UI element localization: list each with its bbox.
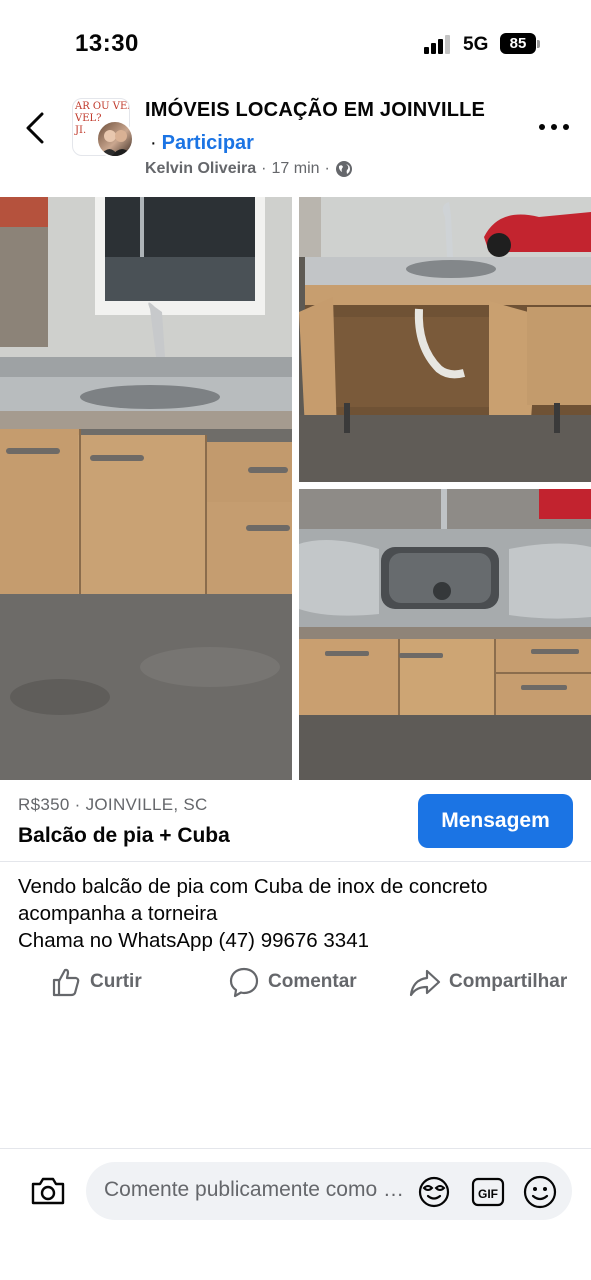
listing-photo-1[interactable] (0, 197, 292, 780)
post-header: AR OU VENDE VEL? JI. IMÓVEIS LOCAÇÃO EM … (0, 90, 591, 190)
comment-input[interactable]: Comente publicamente como Kelvin Oliveir… (86, 1162, 572, 1220)
listing-photo-2[interactable] (299, 197, 591, 482)
share-arrow-icon (409, 969, 441, 997)
more-options-button[interactable] (539, 124, 571, 134)
camera-button[interactable] (30, 1175, 66, 1207)
share-label: Compartilhar (449, 971, 568, 992)
comment-bubble-icon (229, 967, 259, 998)
camera-icon (31, 1177, 65, 1205)
chevron-left-icon (26, 112, 44, 144)
gif-icon[interactable]: GIF (470, 1174, 506, 1210)
battery-level: 85 (500, 33, 536, 54)
listing-title[interactable]: Balcão de pia + Cuba (18, 824, 230, 848)
post-meta: Kelvin Oliveira · 17 min · (145, 160, 353, 178)
author-name[interactable]: Kelvin Oliveira (145, 160, 256, 178)
listing-price-location: R$350 · JOINVILLE, SC (18, 795, 208, 814)
comment-button[interactable]: Comentar (228, 962, 357, 1002)
thumbs-up-icon (52, 968, 80, 997)
avatar-sticker-icon[interactable] (416, 1174, 452, 1210)
share-button[interactable]: Compartilhar (409, 962, 567, 1002)
join-group-link[interactable]: Participar (162, 132, 254, 154)
post-actions: Curtir Comentar Compartilhar (0, 962, 591, 1004)
back-button[interactable] (20, 110, 50, 146)
comment-placeholder: Comente publicamente como Kelvin Oliveir… (104, 1178, 414, 1201)
listing-info: R$350 · JOINVILLE, SC Balcão de pia + Cu… (0, 780, 591, 862)
comment-composer: Comente publicamente como Kelvin Oliveir… (0, 1148, 591, 1280)
status-bar: 13:30 5G 85 (0, 0, 591, 90)
like-button[interactable]: Curtir (50, 962, 142, 1002)
listing-photo-3[interactable] (299, 489, 591, 780)
status-time: 13:30 (75, 30, 139, 57)
photo-grid (0, 197, 591, 780)
join-row: · Participar (150, 132, 254, 154)
battery-icon: 85 (500, 33, 542, 55)
group-name[interactable]: IMÓVEIS LOCAÇÃO EM JOINVILLE (145, 99, 485, 122)
message-button[interactable]: Mensagem (418, 794, 573, 848)
emoji-icon[interactable] (522, 1174, 558, 1210)
svg-text:GIF: GIF (478, 1187, 498, 1201)
post-description: Vendo balcão de pia com Cuba de inox de … (18, 873, 578, 954)
comment-label: Comentar (268, 971, 357, 992)
network-type: 5G (463, 34, 489, 55)
author-avatar[interactable] (96, 120, 134, 158)
description-line: Chama no WhatsApp (47) 99676 3341 (18, 929, 370, 952)
post-time[interactable]: 17 min (272, 160, 320, 178)
cellular-signal-icon (424, 34, 454, 54)
globe-icon (335, 161, 352, 177)
description-line: acompanha a torneira (18, 902, 218, 925)
description-line: Vendo balcão de pia com Cuba de inox de … (18, 875, 488, 898)
like-label: Curtir (90, 971, 142, 992)
